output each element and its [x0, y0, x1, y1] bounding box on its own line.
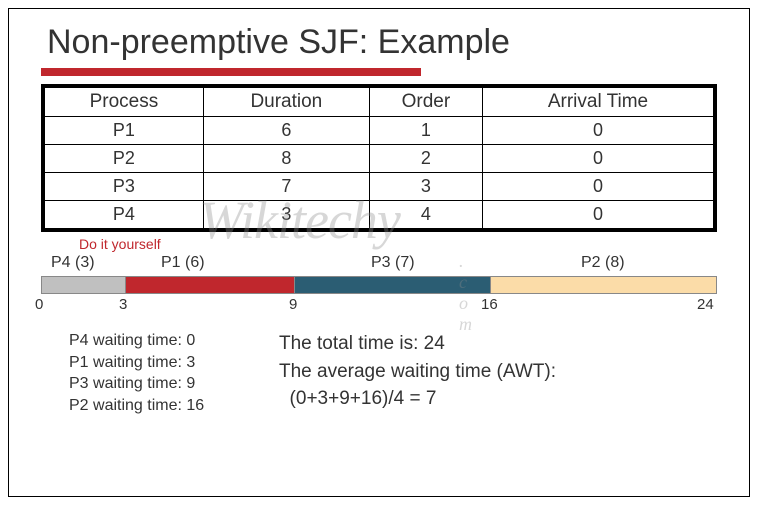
- process-table-wrap: Process Duration Order Arrival Time P1 6…: [41, 84, 717, 232]
- gantt-label-p4: P4 (3): [51, 254, 95, 272]
- summary-block: The total time is: 24 The average waitin…: [279, 330, 556, 416]
- cell: 6: [203, 117, 369, 145]
- gantt-seg-p4: [42, 277, 126, 293]
- gantt-ticks: 0 3 9 16 24: [41, 294, 717, 316]
- cell: 1: [369, 117, 482, 145]
- gantt-labels: P4 (3) P1 (6) P3 (7) P2 (8): [41, 254, 717, 274]
- wait-line: P3 waiting time: 9: [69, 373, 279, 395]
- bottom-section: P4 waiting time: 0 P1 waiting time: 3 P3…: [69, 330, 717, 416]
- slide-title: Non-preemptive SJF: Example: [47, 23, 749, 62]
- waiting-times-list: P4 waiting time: 0 P1 waiting time: 3 P3…: [69, 330, 279, 416]
- cell: 7: [203, 173, 369, 201]
- table-row: P1 6 1 0: [45, 117, 714, 145]
- tick-24: 24: [697, 296, 714, 313]
- col-duration: Duration: [203, 88, 369, 117]
- tick-0: 0: [35, 296, 43, 313]
- title-underline: [41, 68, 421, 76]
- cell: 2: [369, 145, 482, 173]
- cell: 4: [369, 201, 482, 229]
- wait-line: P2 waiting time: 16: [69, 395, 279, 417]
- gantt-label-p3: P3 (7): [371, 254, 415, 272]
- col-process: Process: [45, 88, 204, 117]
- tick-16: 16: [481, 296, 498, 313]
- cell: P2: [45, 145, 204, 173]
- cell: 8: [203, 145, 369, 173]
- cell: 0: [482, 145, 713, 173]
- gantt-label-p2: P2 (8): [581, 254, 625, 272]
- gantt-label-p1: P1 (6): [161, 254, 205, 272]
- cell: 3: [203, 201, 369, 229]
- wait-line: P4 waiting time: 0: [69, 330, 279, 352]
- table-row: P2 8 2 0: [45, 145, 714, 173]
- tick-3: 3: [119, 296, 127, 313]
- tick-9: 9: [289, 296, 297, 313]
- process-table: Process Duration Order Arrival Time P1 6…: [44, 87, 714, 229]
- gantt-seg-p2: [491, 277, 716, 293]
- table-row: P3 7 3 0: [45, 173, 714, 201]
- col-order: Order: [369, 88, 482, 117]
- wait-line: P1 waiting time: 3: [69, 352, 279, 374]
- awt-label-line: The average waiting time (AWT):: [279, 358, 556, 386]
- gantt-seg-p3: [295, 277, 492, 293]
- cell: P4: [45, 201, 204, 229]
- cell: P3: [45, 173, 204, 201]
- gantt-chart: [41, 276, 717, 294]
- gantt-seg-p1: [126, 277, 295, 293]
- table-row: P4 3 4 0: [45, 201, 714, 229]
- cell: 3: [369, 173, 482, 201]
- cell: 0: [482, 117, 713, 145]
- slide-frame: Non-preemptive SJF: Example Process Dura…: [8, 8, 750, 497]
- table-header-row: Process Duration Order Arrival Time: [45, 88, 714, 117]
- do-it-yourself-note: Do it yourself: [79, 236, 749, 252]
- cell: 0: [482, 173, 713, 201]
- awt-calc-line: (0+3+9+16)/4 = 7: [279, 385, 556, 413]
- col-arrival: Arrival Time: [482, 88, 713, 117]
- cell: P1: [45, 117, 204, 145]
- cell: 0: [482, 201, 713, 229]
- total-time-line: The total time is: 24: [279, 330, 556, 358]
